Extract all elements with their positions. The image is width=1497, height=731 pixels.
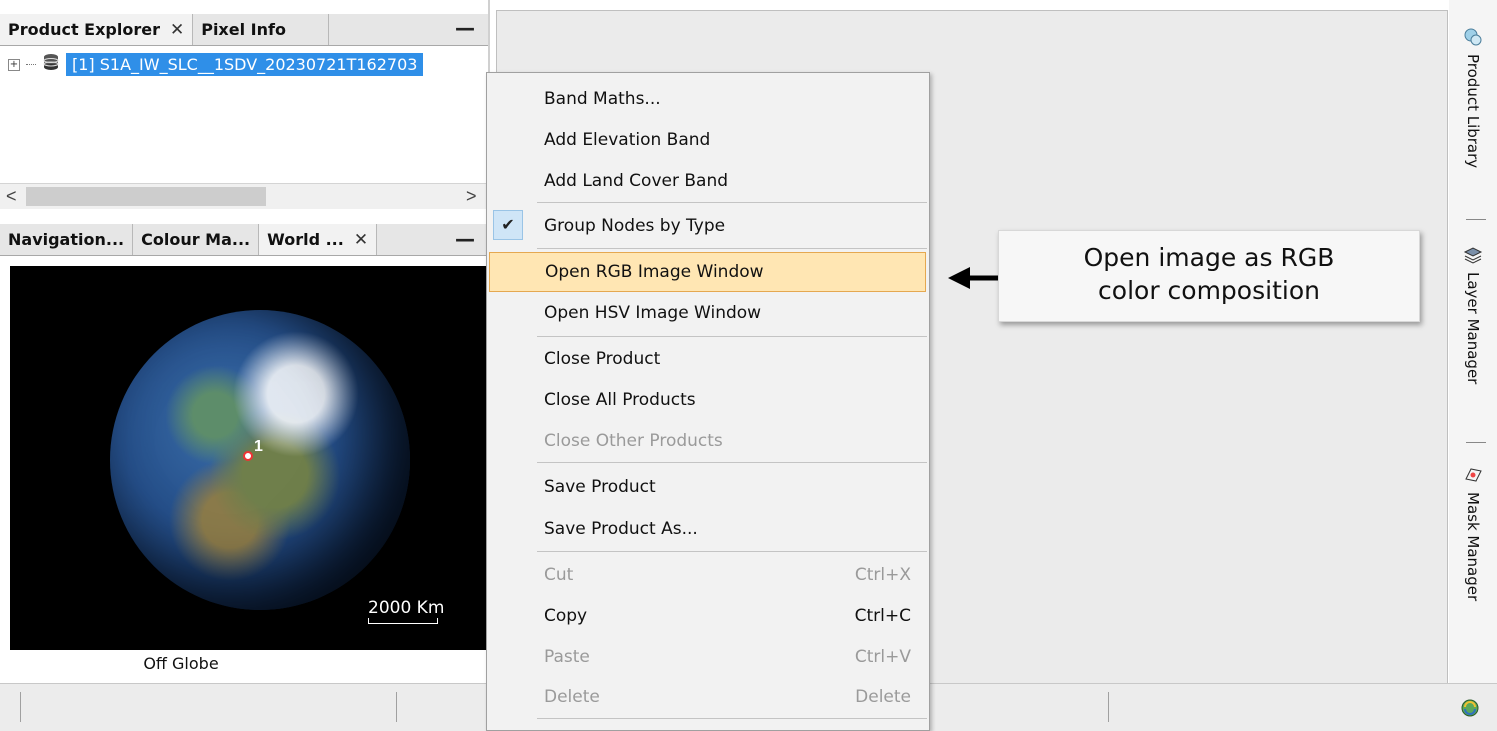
sidebar-item-label: Product Library <box>1464 54 1482 169</box>
menu-item-shortcut: Ctrl+X <box>854 565 911 585</box>
menu-item-label: Save Product <box>544 477 656 497</box>
menu-item-copy[interactable]: Copy Ctrl+C <box>487 596 929 636</box>
status-separator <box>1108 692 1109 722</box>
status-separator <box>20 692 21 722</box>
annotation-callout: Open image as RGB color composition <box>998 230 1420 322</box>
menu-item-label: Delete <box>544 687 600 707</box>
menu-item-label: Close Other Products <box>544 431 723 451</box>
close-icon[interactable]: ✕ <box>170 20 184 40</box>
menu-item-close-all-products[interactable]: Close All Products <box>487 380 929 420</box>
status-separator <box>396 692 397 722</box>
menu-item-label: Cut <box>544 565 574 585</box>
menu-item-close-product[interactable]: Close Product <box>487 339 929 379</box>
menu-item-group-nodes-by-type[interactable]: ✔ Group Nodes by Type <box>487 206 929 246</box>
tree-row-product[interactable]: + [1] S1A_IW_SLC__1SDV_20230721T162703 <box>8 53 424 76</box>
menu-item-shortcut: Ctrl+V <box>854 647 911 667</box>
minimize-button[interactable]: — <box>455 227 475 251</box>
menu-item-label: Open HSV Image Window <box>544 303 762 323</box>
menu-item-delete[interactable]: Delete Delete <box>487 677 929 717</box>
scale-bar <box>368 618 438 624</box>
menu-item-label: Open RGB Image Window <box>545 262 764 282</box>
tab-pixel-info[interactable]: Pixel Info <box>193 14 330 45</box>
callout-line: color composition <box>1098 276 1320 305</box>
sidebar-item-product-library[interactable]: Product Library <box>1449 26 1497 168</box>
library-icon <box>1462 26 1484 48</box>
close-icon[interactable]: ✕ <box>354 230 368 250</box>
minimize-button[interactable]: — <box>455 16 475 40</box>
menu-item-open-rgb-image-window[interactable]: Open RGB Image Window <box>489 252 926 292</box>
scale-label: 2000 Km <box>368 598 445 618</box>
sidebar-item-layer-manager[interactable]: Layer Manager <box>1449 244 1497 384</box>
sidebar-item-label: Layer Manager <box>1464 272 1482 385</box>
menu-item-paste[interactable]: Paste Ctrl+V <box>487 637 929 677</box>
menu-item-label: Add Land Cover Band <box>544 171 729 191</box>
menu-item-label: Band Maths... <box>544 89 661 109</box>
menu-separator <box>537 718 927 719</box>
menu-separator <box>537 248 927 249</box>
menu-item-open-hsv-image-window[interactable]: Open HSV Image Window <box>487 293 929 333</box>
off-globe-status: Off Globe <box>143 654 219 673</box>
menu-separator <box>537 336 927 337</box>
refresh-globe-icon[interactable] <box>1460 698 1480 723</box>
product-marker-label: 1 <box>254 438 263 455</box>
menu-item-label: Close All Products <box>544 390 696 410</box>
horizontal-scrollbar[interactable]: < > <box>0 183 486 209</box>
scroll-left-icon[interactable]: < <box>6 186 17 207</box>
tab-label: World ... <box>267 230 344 249</box>
sidebar-item-mask-manager[interactable]: Mask Manager <box>1449 464 1497 601</box>
product-explorer-tabbar: Product Explorer ✕ Pixel Info <box>0 14 488 46</box>
callout-line: Open image as RGB <box>1083 243 1335 272</box>
menu-item-label: Close Product <box>544 349 661 369</box>
menu-item-shortcut: Delete <box>855 687 911 707</box>
world-view-canvas[interactable]: 1 2000 Km <box>10 266 488 650</box>
menu-item-cut[interactable]: Cut Ctrl+X <box>487 555 929 595</box>
tab-label: Colour Ma... <box>141 230 251 249</box>
scroll-thumb[interactable] <box>26 187 266 206</box>
tab-label: Navigation... <box>8 230 125 249</box>
tab-navigation[interactable]: Navigation... <box>0 224 134 255</box>
context-menu: Band Maths... Add Elevation Band Add Lan… <box>486 72 930 731</box>
product-label[interactable]: [1] S1A_IW_SLC__1SDV_20230721T162703 <box>66 53 424 76</box>
product-marker[interactable] <box>243 451 253 461</box>
tab-world-view[interactable]: World ... ✕ <box>259 224 378 255</box>
menu-item-save-product-as[interactable]: Save Product As... <box>487 509 929 549</box>
tab-colour-manipulation[interactable]: Colour Ma... <box>133 224 260 255</box>
sidebar-divider <box>1466 442 1486 443</box>
menu-separator <box>537 551 927 552</box>
tab-product-explorer[interactable]: Product Explorer ✕ <box>0 14 194 45</box>
mask-icon <box>1462 464 1484 486</box>
menu-item-label: Paste <box>544 647 590 667</box>
menu-separator <box>537 202 927 203</box>
globe[interactable] <box>110 310 410 610</box>
sidebar-divider <box>1466 219 1486 220</box>
product-tree: + [1] S1A_IW_SLC__1SDV_20230721T162703 <box>0 47 486 183</box>
expand-icon[interactable]: + <box>8 58 20 71</box>
checkmark-icon: ✔ <box>493 210 523 240</box>
tab-label: Pixel Info <box>201 20 286 39</box>
database-icon <box>42 53 60 76</box>
menu-item-save-product[interactable]: Save Product <box>487 467 929 507</box>
arrow-left-icon <box>948 267 998 289</box>
menu-item-shortcut: Ctrl+C <box>854 606 911 626</box>
menu-item-add-elevation-band[interactable]: Add Elevation Band <box>487 120 929 160</box>
menu-separator <box>537 462 927 463</box>
menu-item-label: Save Product As... <box>544 519 698 539</box>
right-sidebar: Product Library Layer Manager Mask Manag… <box>1449 0 1497 683</box>
menu-item-close-other-products[interactable]: Close Other Products <box>487 421 929 461</box>
menu-item-label: Add Elevation Band <box>544 130 711 150</box>
menu-item-add-land-cover-band[interactable]: Add Land Cover Band <box>487 161 929 201</box>
tab-label: Product Explorer <box>8 20 160 39</box>
world-view-tabbar: Navigation... Colour Ma... World ... ✕ <box>0 224 488 256</box>
tree-connector <box>26 64 36 65</box>
menu-item-label: Group Nodes by Type <box>544 216 726 236</box>
sidebar-item-label: Mask Manager <box>1464 492 1482 602</box>
menu-item-band-maths[interactable]: Band Maths... <box>487 79 929 119</box>
scroll-right-icon[interactable]: > <box>466 186 477 207</box>
layers-icon <box>1462 244 1484 266</box>
menu-item-label: Copy <box>544 606 588 626</box>
